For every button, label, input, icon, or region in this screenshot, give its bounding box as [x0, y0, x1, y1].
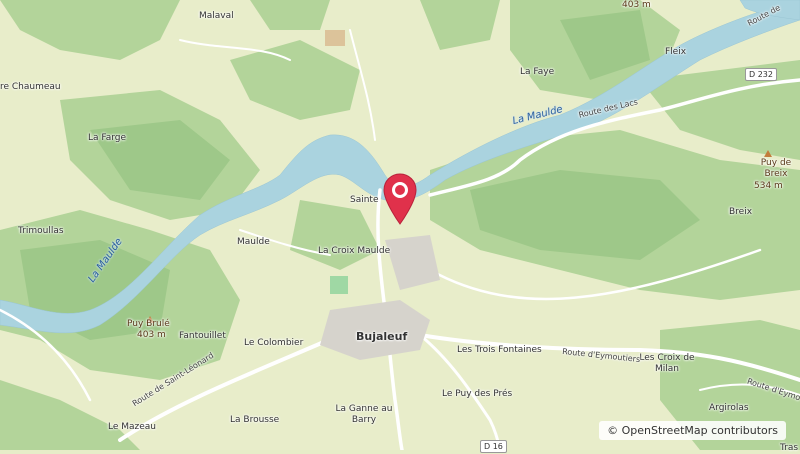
map-attribution[interactable]: © OpenStreetMap contributors — [599, 421, 786, 440]
place-label-la-croix-maulde: La Croix Maulde — [318, 246, 391, 256]
peak-label-puy-brule: Puy Brulé — [127, 319, 170, 329]
place-label-les-trois-fontaines: Les Trois Fontaines — [457, 345, 542, 355]
place-label-le-puy-des-pres: Le Puy des Prés — [442, 389, 513, 399]
place-label-la-ganne-au-barry: La Ganne au Barry — [335, 404, 393, 425]
place-label-tras: Tras — [780, 443, 799, 453]
place-label-malaval: Malaval — [199, 11, 234, 21]
place-label-le-colombier: Le Colombier — [244, 338, 304, 348]
quarry-area — [325, 30, 345, 46]
peak-altitude-puy-brule: 403 m — [137, 330, 166, 340]
place-label-bujaleuf: Bujaleuf — [356, 330, 408, 343]
place-label-la-faye: La Faye — [520, 67, 555, 77]
place-label-trimouillas: Trimoullas — [18, 226, 64, 236]
place-label-les-croix-de-milan: Les Croix de Milan — [639, 353, 695, 374]
place-label-maulde: Maulde — [237, 237, 270, 247]
road-badge-d16: D 16 — [480, 440, 507, 453]
place-label-fantouillet: Fantouillet — [179, 331, 226, 341]
peak-altitude-top: 403 m — [622, 0, 651, 10]
place-label-argirolas: Argirolas — [709, 403, 749, 413]
place-label-chaumeau: re Chaumeau — [0, 82, 61, 92]
road-badge-d232: D 232 — [745, 68, 777, 81]
place-label-breix: Breix — [729, 207, 753, 217]
place-label-le-mazeau: Le Mazeau — [108, 422, 157, 432]
place-label-fleix: Fleix — [665, 47, 687, 57]
sports-field — [330, 276, 348, 294]
peak-altitude-puy-de-breix: 534 m — [754, 181, 783, 191]
place-label-sainte: Sainte — [350, 195, 379, 205]
place-label-la-farge: La Farge — [88, 133, 127, 143]
place-label-la-brousse: La Brousse — [230, 415, 280, 425]
location-pin-icon[interactable] — [382, 172, 418, 226]
peak-label-puy-de-breix: Puy de Breix — [760, 158, 792, 179]
